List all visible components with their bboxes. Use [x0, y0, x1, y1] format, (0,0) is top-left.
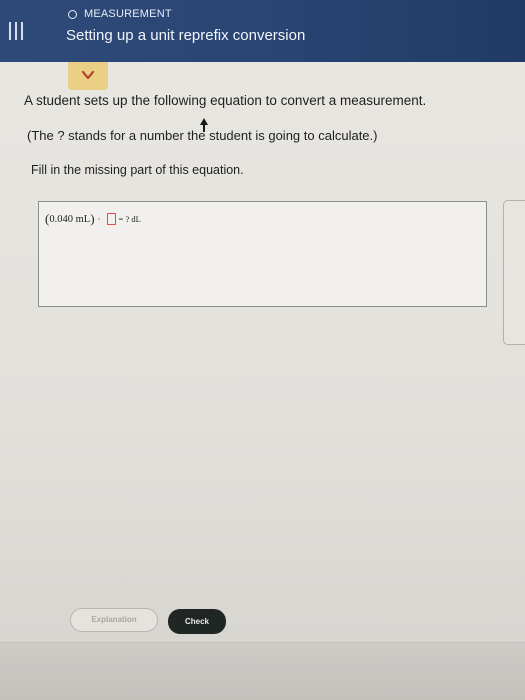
lesson-title: Setting up a unit reprefix conversion: [66, 27, 306, 44]
equation-close-paren: ): [90, 211, 95, 226]
check-button[interactable]: Check: [168, 609, 226, 634]
equation: ( 0.040 mL ) · = ? dL: [45, 211, 141, 227]
equation-value: 0.040 mL: [49, 213, 91, 225]
question-line-1: A student sets up the following equation…: [24, 93, 427, 108]
mouse-cursor-icon: [200, 118, 208, 132]
multiply-dot: ·: [97, 214, 101, 224]
explanation-button[interactable]: Explanation: [70, 608, 158, 632]
expand-tab[interactable]: [68, 62, 108, 90]
side-panel-tab[interactable]: [503, 200, 525, 345]
circle-icon: [68, 10, 77, 19]
hamburger-menu-icon[interactable]: [8, 22, 26, 42]
topic-label: MEASUREMENT: [84, 8, 172, 20]
equation-result: = ? dL: [118, 214, 141, 224]
header-bar: MEASUREMENT Setting up a unit reprefix c…: [0, 0, 525, 62]
question-line-3: Fill in the missing part of this equatio…: [31, 163, 244, 177]
chevron-down-icon: [81, 70, 95, 80]
missing-part-input[interactable]: [106, 213, 116, 225]
footer: [0, 643, 525, 700]
equation-answer-box[interactable]: ( 0.040 mL ) · = ? dL: [38, 201, 487, 307]
screen: MEASUREMENT Setting up a unit reprefix c…: [0, 0, 525, 700]
